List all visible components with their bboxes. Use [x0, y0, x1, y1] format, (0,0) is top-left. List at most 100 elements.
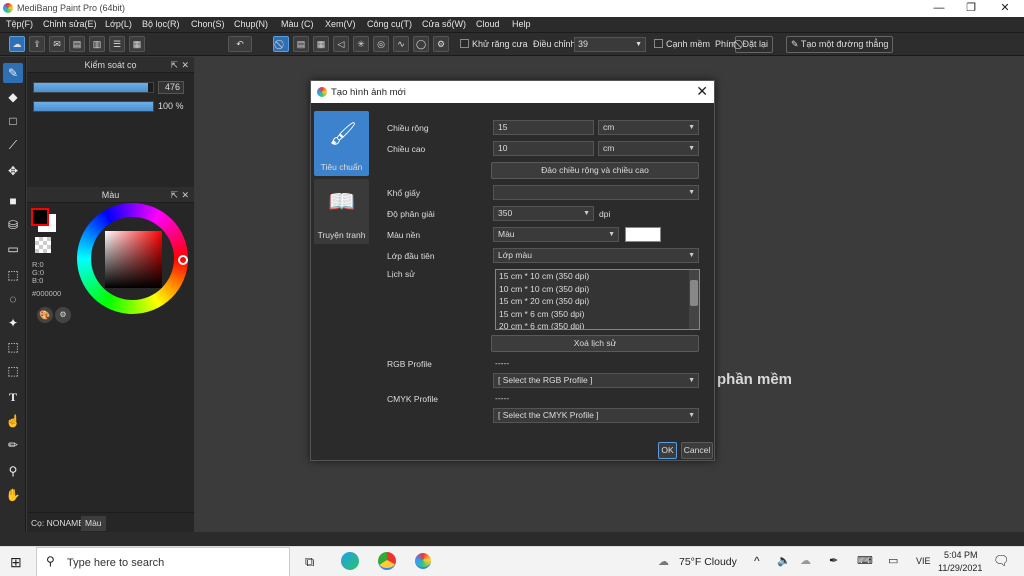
menu-cloud[interactable]: Cloud	[476, 19, 500, 29]
foreground-color-swatch[interactable]	[31, 208, 49, 226]
popout-icon[interactable]: ⇱	[170, 57, 178, 73]
tab-color[interactable]: Màu	[81, 516, 106, 531]
eyedropper-tool-icon[interactable]: ⚲	[3, 461, 23, 481]
magic-wand-tool-icon[interactable]: ✦	[3, 313, 23, 333]
history-scroll-thumb[interactable]	[690, 280, 698, 306]
first-layer-select[interactable]: Lớp màu ▼	[493, 248, 699, 263]
pen-icon[interactable]: ✒	[829, 554, 838, 567]
swap-dimensions-button[interactable]: Đảo chiều rộng và chiều cao	[491, 162, 699, 179]
taskbar-search-box[interactable]: ⚲ Type here to search	[36, 547, 290, 576]
chevron-up-icon[interactable]: ^	[754, 554, 760, 568]
menu-capture[interactable]: Chụp(N)	[234, 19, 268, 29]
brush-tool-icon[interactable]: ✎	[3, 63, 23, 83]
brush-size-value[interactable]: 476	[158, 81, 184, 94]
ok-button[interactable]: OK	[658, 442, 677, 459]
select-pen-tool-icon[interactable]: ⬚	[3, 337, 23, 357]
hue-handle[interactable]	[178, 255, 188, 265]
text-tool-icon[interactable]: T	[3, 387, 23, 407]
height-input[interactable]: 10	[493, 141, 594, 156]
maximize-button[interactable]: ❐	[954, 0, 988, 17]
adjust-select[interactable]: 39 ▼	[574, 37, 646, 52]
minimize-button[interactable]: —	[922, 0, 956, 17]
menu-view[interactable]: Xem(V)	[325, 19, 356, 29]
history-item[interactable]: 20 cm * 6 cm (350 dpi)	[496, 320, 699, 329]
clock-date[interactable]: 11/29/2021	[938, 563, 982, 573]
history-item[interactable]: 15 cm * 6 cm (350 dpi)	[496, 308, 699, 321]
move-tool-icon[interactable]: ✥	[3, 161, 23, 181]
circle-snap-icon[interactable]: ◎	[373, 36, 389, 52]
line-tool-icon[interactable]: ⟋	[3, 135, 23, 155]
palette-settings-icon[interactable]: ⚙	[55, 307, 71, 323]
menu-help[interactable]: Help	[512, 19, 531, 29]
volume-icon[interactable]: 🔈	[777, 554, 791, 567]
blur-tool-icon[interactable]: ✏	[3, 435, 23, 455]
snap-off-icon[interactable]: ⃠	[273, 36, 289, 52]
medibang-taskbar-icon[interactable]	[415, 553, 431, 569]
soft-edge-toggle[interactable]: Cạnh mềm	[654, 39, 710, 49]
onedrive-icon[interactable]: ☁	[800, 554, 811, 567]
curve-snap-icon[interactable]: ∿	[393, 36, 409, 52]
reset-button[interactable]: ⃠ Đặt lại	[735, 36, 774, 53]
menu-edit[interactable]: Chỉnh sửa(E)	[43, 19, 97, 29]
chrome-icon[interactable]	[378, 552, 396, 570]
popout-icon[interactable]: ⇱	[170, 187, 178, 203]
notification-icon[interactable]: 🗨	[993, 553, 1010, 569]
transparent-color-swatch[interactable]	[35, 237, 51, 253]
cross-snap-icon[interactable]: ▦	[313, 36, 329, 52]
resolution-select[interactable]: 350 ▼	[493, 206, 594, 221]
gradient-tool-icon[interactable]: ▭	[3, 239, 23, 259]
dialog-close-button[interactable]: ✕	[696, 83, 708, 100]
menu-layer[interactable]: Lớp(L)	[105, 19, 132, 29]
fill-shape-tool-icon[interactable]: ■	[3, 191, 23, 211]
list-icon[interactable]: ☰	[109, 36, 125, 52]
close-window-button[interactable]: ✕	[988, 0, 1022, 17]
rgb-profile-select[interactable]: [ Select the RGB Profile ] ▼	[493, 373, 699, 388]
hand-tool-icon[interactable]: ✋	[3, 485, 23, 505]
select-rect-tool-icon[interactable]: ⬚	[3, 265, 23, 285]
parallel-snap-icon[interactable]: ▤	[293, 36, 309, 52]
close-icon[interactable]: ✕	[181, 187, 189, 203]
bucket-tool-icon[interactable]: ⛁	[3, 215, 23, 235]
bg-color-swatch[interactable]	[625, 227, 661, 242]
cloud-icon[interactable]: ☁	[9, 36, 25, 52]
menu-select[interactable]: Chọn(S)	[191, 19, 225, 29]
rectangle-tool-icon[interactable]: □	[3, 111, 23, 131]
history-item[interactable]: 10 cm * 10 cm (350 dpi)	[496, 283, 699, 296]
cmyk-profile-select[interactable]: [ Select the CMYK Profile ] ▼	[493, 408, 699, 423]
ellipse-snap-icon[interactable]: ◯	[413, 36, 429, 52]
radial-snap-icon[interactable]: ✳	[353, 36, 369, 52]
brush-size-slider[interactable]	[33, 82, 154, 93]
task-view-icon[interactable]: ⧉	[305, 554, 314, 570]
undo-icon[interactable]: ↶	[228, 36, 252, 52]
select-eraser-tool-icon[interactable]: ⬚	[3, 361, 23, 381]
menu-color[interactable]: Màu (C)	[281, 19, 314, 29]
share-icon[interactable]: ⇪	[29, 36, 45, 52]
history-list[interactable]: 15 cm * 10 cm (350 dpi) 10 cm * 10 cm (3…	[495, 269, 700, 330]
antialias-toggle[interactable]: Khử răng cưa	[460, 39, 528, 49]
tab-brush[interactable]: Cọ: NONAME	[27, 516, 88, 531]
comment-icon[interactable]: ▤	[69, 36, 85, 52]
category-comic[interactable]: 📖 Truyện tranh	[314, 179, 369, 244]
keyboard-icon[interactable]: ⌨	[857, 554, 873, 567]
lasso-tool-icon[interactable]: ◌	[3, 289, 23, 309]
edge-browser-icon[interactable]	[341, 552, 359, 570]
vanishing-point-icon[interactable]: ◁	[333, 36, 349, 52]
history-item[interactable]: 15 cm * 20 cm (350 dpi)	[496, 295, 699, 308]
settings-icon[interactable]: ⚙	[433, 36, 449, 52]
menu-file[interactable]: Tệp(F)	[6, 19, 33, 29]
bg-color-select[interactable]: Màu ▼	[493, 227, 619, 242]
close-icon[interactable]: ✕	[181, 57, 189, 73]
windows-start-icon[interactable]: ⊞	[10, 554, 22, 571]
history-item[interactable]: 15 cm * 10 cm (350 dpi)	[496, 270, 699, 283]
display-icon[interactable]: ▭	[888, 554, 898, 567]
palette-icon[interactable]: 🎨	[37, 307, 53, 323]
width-unit-select[interactable]: cm ▼	[598, 120, 699, 135]
cancel-button[interactable]: Cancel	[681, 442, 713, 459]
paper-size-select[interactable]: ▼	[493, 185, 699, 200]
chat-icon[interactable]: ✉	[49, 36, 65, 52]
clear-history-button[interactable]: Xoá lịch sử	[491, 335, 699, 352]
menu-tools[interactable]: Công cụ(T)	[367, 19, 412, 29]
eraser-tool-icon[interactable]: ◆	[3, 87, 23, 107]
weather-text[interactable]: 75°F Cloudy	[679, 556, 737, 568]
height-unit-select[interactable]: cm ▼	[598, 141, 699, 156]
